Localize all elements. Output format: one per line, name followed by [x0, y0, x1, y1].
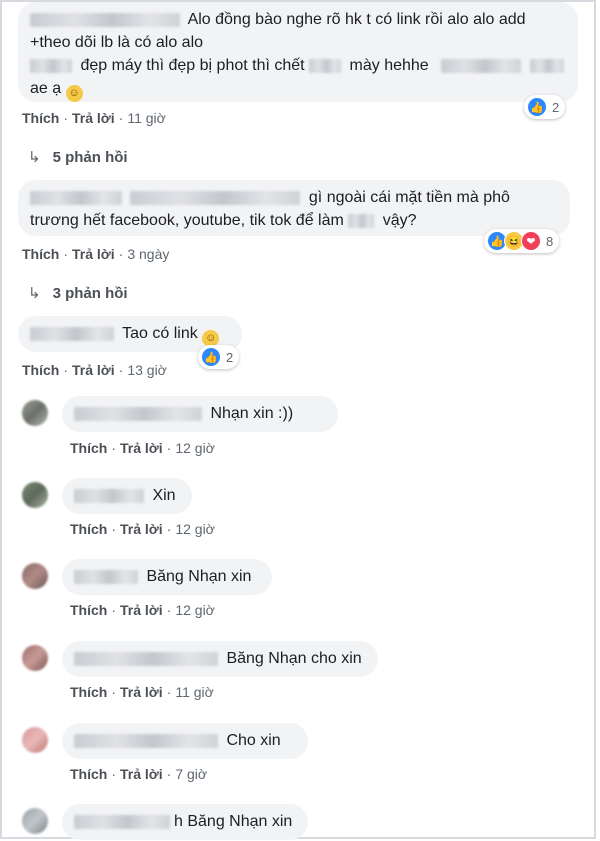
- avatar[interactable]: [22, 808, 48, 834]
- like-link[interactable]: Thích: [70, 602, 107, 618]
- like-link[interactable]: Thích: [22, 110, 59, 126]
- reply-text: Băng Nhạn xin: [187, 813, 293, 830]
- reply-actions: Thích · Trả lời · 12 giờ: [70, 440, 215, 456]
- reaction-count: 2: [552, 99, 560, 115]
- reaction-summary[interactable]: 👍 😆 ❤ 8: [484, 229, 560, 253]
- replies-count-label: 3 phản hồi: [52, 285, 128, 302]
- like-link[interactable]: Thích: [70, 684, 107, 700]
- reaction-summary[interactable]: 👍 2: [198, 345, 240, 369]
- like-link[interactable]: Thích: [70, 521, 107, 537]
- reply-bubble: h Băng Nhạn xin: [62, 804, 308, 840]
- reply-text-prefix: h: [174, 813, 183, 830]
- like-link[interactable]: Thích: [22, 362, 59, 378]
- timestamp[interactable]: 12 giờ: [175, 602, 215, 618]
- timestamp[interactable]: 12 giờ: [175, 440, 215, 456]
- avatar[interactable]: [22, 645, 48, 671]
- comment-text-line: Alo đồng bào nghe rõ hk t có link rồi al…: [187, 11, 526, 28]
- reply-bubble: Cho xin: [62, 723, 308, 759]
- comment-text-line: mày hehhe: [349, 57, 429, 74]
- avatar[interactable]: [22, 563, 48, 589]
- reply-text: Xin: [152, 487, 176, 504]
- avatar[interactable]: [22, 400, 48, 426]
- reply-arrow-icon: ↳: [28, 285, 41, 302]
- reaction-summary[interactable]: 👍 2: [524, 95, 566, 119]
- comment-text-line: ae ạ: [30, 80, 62, 97]
- comment-actions: Thích · Trả lời · 13 giờ: [22, 362, 167, 378]
- blurred-author-name[interactable]: [74, 733, 218, 748]
- reply-actions: Thích · Trả lời · 12 giờ: [70, 521, 215, 537]
- reply-actions: Thích · Trả lời · 11 giờ: [70, 684, 214, 700]
- blurred-text: [30, 58, 72, 73]
- blurred-author-name: [130, 190, 301, 205]
- reply-link[interactable]: Trả lời: [72, 246, 115, 262]
- reply-actions: Thích · Trả lời · 12 giờ: [70, 602, 215, 618]
- reply-link[interactable]: Trả lời: [120, 440, 163, 456]
- reply-text: Cho xin: [226, 732, 281, 749]
- reply-link[interactable]: Trả lời: [120, 521, 163, 537]
- like-link[interactable]: Thích: [70, 440, 107, 456]
- blurred-text: [441, 58, 522, 73]
- comment-bubble-1: Alo đồng bào nghe rõ hk t có link rồi al…: [18, 2, 578, 102]
- comment-bubble-2: gì ngoài cái mặt tiền mà phô trương hết …: [18, 180, 570, 236]
- smile-emoji-icon: ☺: [65, 85, 83, 102]
- comment-actions: Thích · Trả lời · 11 giờ: [22, 110, 166, 126]
- reply-link[interactable]: Trả lời: [120, 602, 163, 618]
- reply-bubble: Xin: [62, 478, 192, 514]
- blurred-text: [309, 58, 342, 73]
- like-icon: 👍: [527, 97, 547, 117]
- reply-bubble: Băng Nhạn cho xin: [62, 641, 378, 677]
- avatar[interactable]: [22, 482, 48, 508]
- reply-text: Nhạn xin :)): [210, 405, 294, 422]
- timestamp[interactable]: 7 giờ: [175, 766, 207, 782]
- avatar[interactable]: [22, 727, 48, 753]
- blurred-author-name[interactable]: [74, 651, 218, 666]
- blurred-author-name[interactable]: [30, 326, 114, 341]
- view-replies-link[interactable]: ↳ 3 phản hồi: [28, 284, 128, 302]
- comment-text-line: vậy?: [382, 212, 417, 229]
- comment-text-line: đẹp máy thì đẹp bị phot thì chết: [80, 57, 305, 74]
- blurred-author-name[interactable]: [74, 569, 138, 584]
- blurred-author-name[interactable]: [74, 814, 170, 829]
- reply-link[interactable]: Trả lời: [72, 362, 115, 378]
- timestamp[interactable]: 12 giờ: [175, 521, 215, 537]
- blurred-author-name[interactable]: [30, 12, 180, 27]
- reply-text: Băng Nhạn cho xin: [226, 650, 362, 667]
- like-icon: 👍: [201, 347, 221, 367]
- like-link[interactable]: Thích: [22, 246, 59, 262]
- view-replies-link[interactable]: ↳ 5 phản hồi: [28, 148, 128, 166]
- comment-text: Tao có link: [122, 325, 198, 342]
- reply-link[interactable]: Trả lời: [120, 766, 163, 782]
- replies-count-label: 5 phản hồi: [52, 149, 128, 166]
- reply-actions: Thích · Trả lời · 7 giờ: [70, 766, 208, 782]
- blurred-text: [348, 213, 375, 228]
- comment-text-line: +theo dõi lb là có alo alo: [30, 34, 204, 51]
- reply-bubble: Băng Nhạn xin: [62, 559, 272, 595]
- like-link[interactable]: Thích: [70, 766, 107, 782]
- timestamp[interactable]: 11 giờ: [127, 110, 166, 126]
- comment-text-line: trương hết facebook, youtube, tik tok để…: [30, 212, 344, 229]
- timestamp[interactable]: 11 giờ: [175, 684, 214, 700]
- comment-text-line: gì ngoài cái mặt tiền mà phô: [308, 189, 510, 206]
- reaction-count: 8: [546, 233, 554, 249]
- reply-arrow-icon: ↳: [28, 149, 41, 166]
- blurred-author-name[interactable]: [74, 488, 144, 503]
- reply-bubble: Nhạn xin :)): [62, 396, 338, 432]
- reply-text: Băng Nhạn xin: [146, 568, 252, 585]
- timestamp[interactable]: 3 ngày: [127, 246, 169, 262]
- blurred-author-name[interactable]: [30, 190, 122, 205]
- blurred-text: [529, 58, 564, 73]
- reply-link[interactable]: Trả lời: [120, 684, 163, 700]
- reaction-count: 2: [226, 349, 234, 365]
- love-icon: ❤: [521, 231, 541, 251]
- comment-actions: Thích · Trả lời · 3 ngày: [22, 246, 170, 262]
- blurred-author-name[interactable]: [74, 406, 202, 421]
- timestamp[interactable]: 13 giờ: [127, 362, 167, 378]
- reply-link[interactable]: Trả lời: [72, 110, 115, 126]
